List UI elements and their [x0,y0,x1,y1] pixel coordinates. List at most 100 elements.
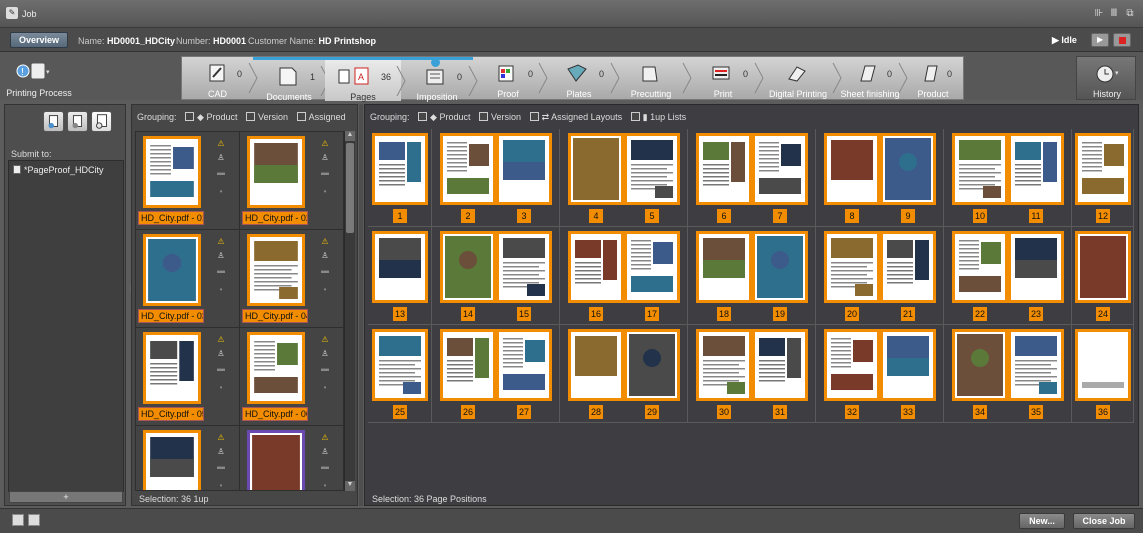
page-item[interactable]: ⚠ ♙ ▬ • HD_City.pdf - 06(6) [240,328,343,426]
step-print[interactable]: 0 Print [687,57,764,101]
page-thumbnail[interactable] [247,234,305,306]
print-device-button[interactable] [67,111,88,132]
step-pages[interactable]: A 36 Pages [325,57,406,102]
page-position-thumbnail[interactable] [952,329,1008,401]
list-view-icon[interactable] [12,514,24,526]
1up-lists-checkbox[interactable] [630,112,640,121]
page-position-group[interactable]: 23 [432,129,560,227]
page-position-thumbnail[interactable] [696,133,752,205]
page-position-group[interactable]: 20 21 [816,227,944,325]
page-thumbnail[interactable] [143,430,201,490]
new-button[interactable]: New... [1019,513,1065,529]
page-position-group[interactable]: 14 15 [432,227,560,325]
step-digital-printing[interactable]: Digital Printing [759,57,842,101]
page-position-thumbnail[interactable] [1075,133,1131,205]
page-position-thumbnail[interactable] [824,231,880,303]
page-position-group[interactable]: 24 [1072,227,1134,325]
page-item[interactable]: ⚠ ♙ ▬ • HD_City.pdf - 01(1) [136,132,240,230]
scroll-thumb[interactable] [346,143,354,233]
page-position-group[interactable]: 10 11 [944,129,1072,227]
step-precutting[interactable]: Precutting [615,57,692,101]
page-position-thumbnail[interactable] [952,231,1008,303]
right-product-checkbox[interactable] [418,112,428,121]
page-position-thumbnail[interactable] [824,329,880,401]
page-position-group[interactable]: 1 [368,129,432,227]
page-position-thumbnail[interactable] [696,231,752,303]
page-item[interactable]: ⚠ ♙ ▬ • HD_City.pdf - 05(5) [136,328,240,426]
grid-view-icon[interactable] [28,514,40,526]
step-cad[interactable]: 0 CAD [182,57,258,101]
page-thumbnail[interactable] [247,332,305,404]
page-item[interactable]: ⚠ ♙ ▬ • [136,426,240,490]
split-view-icon[interactable]: ⊪ [1093,8,1105,19]
page-position-thumbnail[interactable] [624,231,680,303]
panel-splitter[interactable] [359,104,363,506]
page-position-group[interactable]: 32 33 [816,325,944,423]
page-thumbnail[interactable] [143,136,201,208]
page-position-thumbnail[interactable] [880,133,936,205]
page-position-group[interactable]: 12 [1072,129,1134,227]
right-version-checkbox[interactable] [479,112,489,121]
add-target-button[interactable]: + [9,491,123,503]
mid-version-checkbox[interactable] [246,112,256,121]
page-position-thumbnail[interactable] [1008,133,1064,205]
page-position-thumbnail[interactable] [372,133,428,205]
page-position-group[interactable]: 89 [816,129,944,227]
page-position-group[interactable]: 36 [1072,325,1134,423]
page-position-thumbnail[interactable] [568,133,624,205]
proof-device-button[interactable] [43,111,64,132]
stop-button[interactable] [1113,33,1131,47]
mid-assigned-checkbox[interactable] [296,112,306,121]
step-imposition[interactable]: 0 Imposition [401,57,478,102]
close-job-button[interactable]: Close Job [1073,513,1135,529]
page-position-group[interactable]: 67 [688,129,816,227]
page-position-thumbnail[interactable] [696,329,752,401]
page-position-thumbnail[interactable] [624,133,680,205]
page-position-thumbnail[interactable] [440,231,496,303]
page-position-thumbnail[interactable] [880,231,936,303]
page-position-thumbnail[interactable] [880,329,936,401]
step-proof[interactable]: 0 Proof [473,57,548,101]
page-position-thumbnail[interactable] [496,329,552,401]
overview-button[interactable]: Overview [10,32,68,48]
page-thumbnail[interactable] [143,332,201,404]
page-item[interactable]: ⚠ ♙ ▬ • HD_City.pdf - 04(4) [240,230,343,328]
scroll-down-button[interactable]: ▼ [345,481,355,491]
pageproof-button[interactable] [91,111,112,132]
page-position-group[interactable]: 16 17 [560,227,688,325]
page-position-thumbnail[interactable] [752,231,808,303]
splitter-handle[interactable]: ⋮ [127,285,135,325]
page-position-thumbnail[interactable] [1075,231,1131,303]
page-position-thumbnail[interactable] [752,133,808,205]
page-position-thumbnail[interactable] [496,133,552,205]
page-position-group[interactable]: 22 23 [944,227,1072,325]
step-sheet-finishing[interactable]: 0 Sheet finishing [837,57,908,101]
printing-process-button[interactable]: ! ▾ Printing Process [0,56,78,100]
page-position-thumbnail[interactable] [440,329,496,401]
page-position-thumbnail[interactable] [496,231,552,303]
page-position-group[interactable]: 45 [560,129,688,227]
page-position-group[interactable]: 25 [368,325,432,423]
page-position-group[interactable]: 18 19 [688,227,816,325]
page-position-thumbnail[interactable] [372,231,428,303]
history-button[interactable]: ▾ History [1076,56,1136,100]
columns-icon[interactable]: Ⅲ [1108,8,1120,19]
page-item[interactable]: ⚠ ♙ ▬ • HD_City.pdf - 03(3) [136,230,240,328]
page-position-thumbnail[interactable] [372,329,428,401]
page-position-group[interactable]: 26 27 [432,325,560,423]
detach-icon[interactable]: ⧉ [1124,8,1136,19]
page-position-thumbnail[interactable] [568,329,624,401]
submit-target-list[interactable]: *PageProof_HDCity [8,160,124,492]
page-thumbnail[interactable] [247,136,305,208]
page-position-thumbnail[interactable] [1008,329,1064,401]
page-position-group[interactable]: 34 35 [944,325,1072,423]
page-position-thumbnail[interactable] [752,329,808,401]
page-position-thumbnail[interactable] [440,133,496,205]
page-thumbnail[interactable] [247,430,305,490]
page-position-thumbnail[interactable] [1008,231,1064,303]
page-position-thumbnail[interactable] [952,133,1008,205]
page-position-thumbnail[interactable] [824,133,880,205]
step-documents[interactable]: 1 Documents [253,57,330,102]
vertical-scrollbar[interactable]: ▲ ▼ [344,131,355,491]
page-position-group[interactable]: 28 29 [560,325,688,423]
